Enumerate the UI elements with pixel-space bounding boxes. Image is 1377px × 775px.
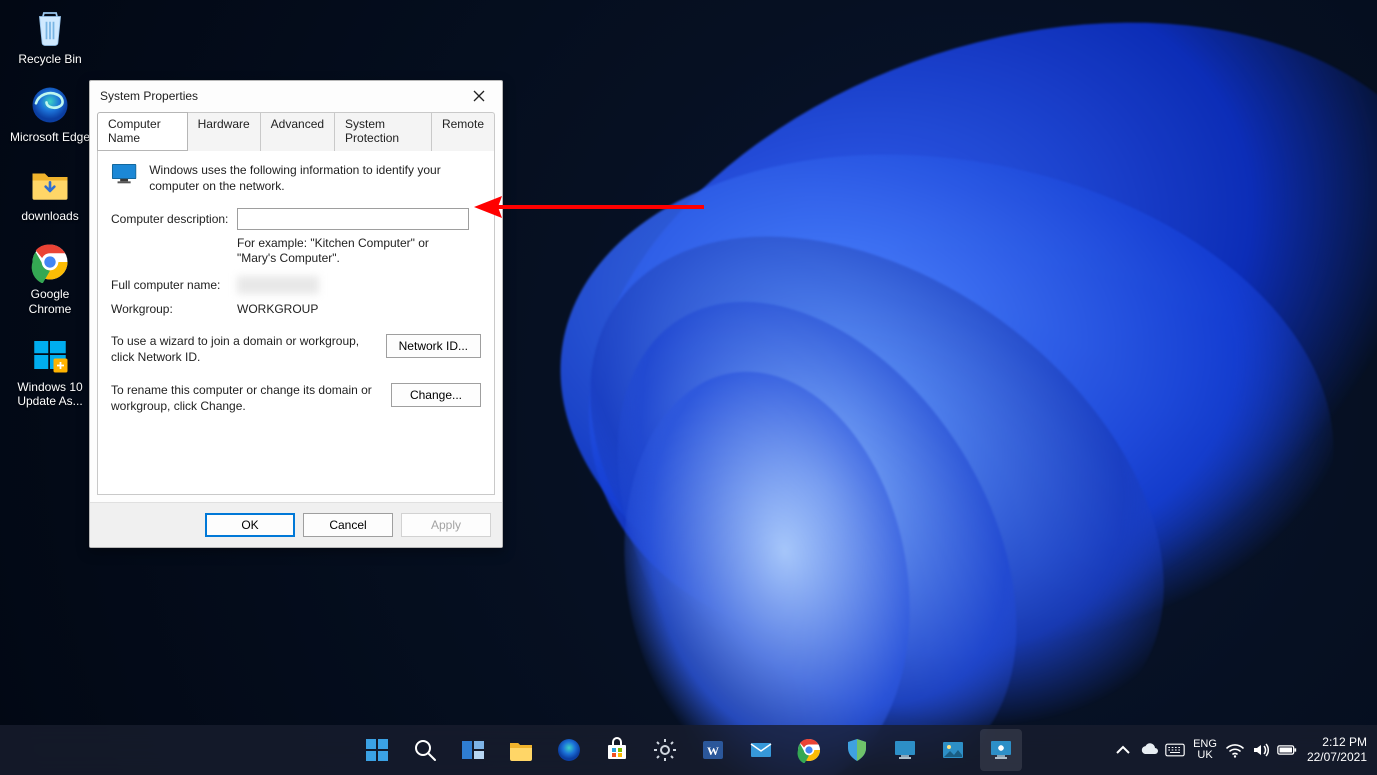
cancel-button[interactable]: Cancel	[303, 513, 393, 537]
edge-icon	[556, 737, 582, 763]
taskbar-mail[interactable]	[740, 729, 782, 771]
tab-hardware[interactable]: Hardware	[188, 112, 261, 151]
tray-onedrive[interactable]	[1139, 740, 1159, 760]
taskbar-settings[interactable]	[644, 729, 686, 771]
workgroup-label: Workgroup:	[111, 302, 237, 316]
taskbar: W ENG UK	[0, 725, 1377, 775]
desktop-icon-downloads[interactable]: downloads	[6, 163, 94, 223]
computer-description-input[interactable]	[237, 208, 469, 230]
workgroup-value: WORKGROUP	[237, 302, 318, 316]
tray-chevron-up[interactable]	[1113, 740, 1133, 760]
desktop-icon-win10-update[interactable]: Windows 10 Update As...	[6, 334, 94, 409]
system-properties-dialog: System Properties Computer Name Hardware…	[89, 80, 503, 548]
ok-button[interactable]: OK	[205, 513, 295, 537]
taskbar-store[interactable]	[596, 729, 638, 771]
clock-time: 2:12 PM	[1322, 735, 1367, 750]
start-button[interactable]	[356, 729, 398, 771]
mail-icon	[748, 737, 774, 763]
network-id-button[interactable]: Network ID...	[386, 334, 481, 358]
monitor-icon	[892, 737, 918, 763]
clock-date: 22/07/2021	[1307, 750, 1367, 765]
folder-icon	[508, 737, 534, 763]
language-indicator[interactable]: ENG UK	[1191, 735, 1219, 765]
gear-icon	[652, 737, 678, 763]
tab-system-protection[interactable]: System Protection	[335, 112, 432, 151]
example-text: For example: "Kitchen Computer" or "Mary…	[237, 236, 469, 266]
taskbar-security[interactable]	[836, 729, 878, 771]
close-icon	[473, 90, 485, 102]
search-icon	[412, 737, 438, 763]
desktop-icon-recycle-bin[interactable]: Recycle Bin	[6, 6, 94, 66]
battery-icon	[1277, 743, 1297, 757]
wifi-icon	[1225, 740, 1245, 760]
task-view-icon	[460, 737, 486, 763]
photos-icon	[940, 737, 966, 763]
taskbar-word[interactable]: W	[692, 729, 734, 771]
change-button[interactable]: Change...	[391, 383, 481, 407]
dialog-titlebar[interactable]: System Properties	[90, 81, 502, 111]
tab-advanced[interactable]: Advanced	[261, 112, 335, 151]
taskbar-screen-tool[interactable]	[884, 729, 926, 771]
taskbar-edge[interactable]	[548, 729, 590, 771]
recycle-bin-icon	[29, 6, 71, 48]
keyboard-icon	[1165, 742, 1185, 758]
desktop-icon-label: Google Chrome	[9, 287, 91, 316]
full-computer-name-label: Full computer name:	[111, 278, 237, 292]
full-computer-name-value	[237, 276, 319, 294]
desktop-icon-label: Microsoft Edge	[10, 130, 90, 144]
system-properties-icon	[988, 737, 1014, 763]
desktop-icon-label: Windows 10 Update As...	[9, 380, 91, 409]
tab-content: Windows uses the following information t…	[97, 150, 495, 495]
search-button[interactable]	[404, 729, 446, 771]
close-button[interactable]	[456, 81, 502, 111]
change-text: To rename this computer or change its do…	[111, 383, 381, 414]
chrome-icon	[796, 737, 822, 763]
chevron-up-icon	[1113, 740, 1133, 760]
windows-update-icon	[29, 334, 71, 376]
computer-description-label: Computer description:	[111, 212, 237, 226]
word-icon: W	[700, 737, 726, 763]
monitor-icon	[111, 163, 137, 191]
cloud-icon	[1139, 740, 1159, 760]
shield-icon	[844, 737, 870, 763]
desktop-icon-chrome[interactable]: Google Chrome	[6, 241, 94, 316]
clock[interactable]: 2:12 PM 22/07/2021	[1303, 735, 1367, 765]
apply-button: Apply	[401, 513, 491, 537]
tray-volume[interactable]	[1251, 740, 1271, 760]
desktop-icon-label: Recycle Bin	[18, 52, 81, 66]
desktop-icon-edge[interactable]: Microsoft Edge	[6, 84, 94, 144]
tab-remote[interactable]: Remote	[432, 112, 495, 151]
store-icon	[604, 737, 630, 763]
intro-text: Windows uses the following information t…	[149, 163, 481, 194]
chrome-icon	[29, 241, 71, 283]
taskbar-file-explorer[interactable]	[500, 729, 542, 771]
desktop-icon-label: downloads	[21, 209, 78, 223]
dialog-title: System Properties	[100, 89, 456, 103]
taskbar-photos[interactable]	[932, 729, 974, 771]
edge-icon	[29, 84, 71, 126]
tab-computer-name[interactable]: Computer Name	[97, 112, 188, 151]
taskbar-chrome[interactable]	[788, 729, 830, 771]
tray-battery[interactable]	[1277, 740, 1297, 760]
annotation-arrow	[474, 195, 704, 219]
svg-text:W: W	[707, 744, 719, 758]
taskbar-system-properties[interactable]	[980, 729, 1022, 771]
windows-logo-icon	[364, 737, 390, 763]
language-bottom: UK	[1197, 750, 1212, 761]
network-id-text: To use a wizard to join a domain or work…	[111, 334, 376, 365]
task-view-button[interactable]	[452, 729, 494, 771]
tray-keyboard[interactable]	[1165, 740, 1185, 760]
tray-wifi[interactable]	[1225, 740, 1245, 760]
tabstrip: Computer Name Hardware Advanced System P…	[90, 112, 502, 152]
folder-icon	[29, 163, 71, 205]
volume-icon	[1251, 740, 1271, 760]
